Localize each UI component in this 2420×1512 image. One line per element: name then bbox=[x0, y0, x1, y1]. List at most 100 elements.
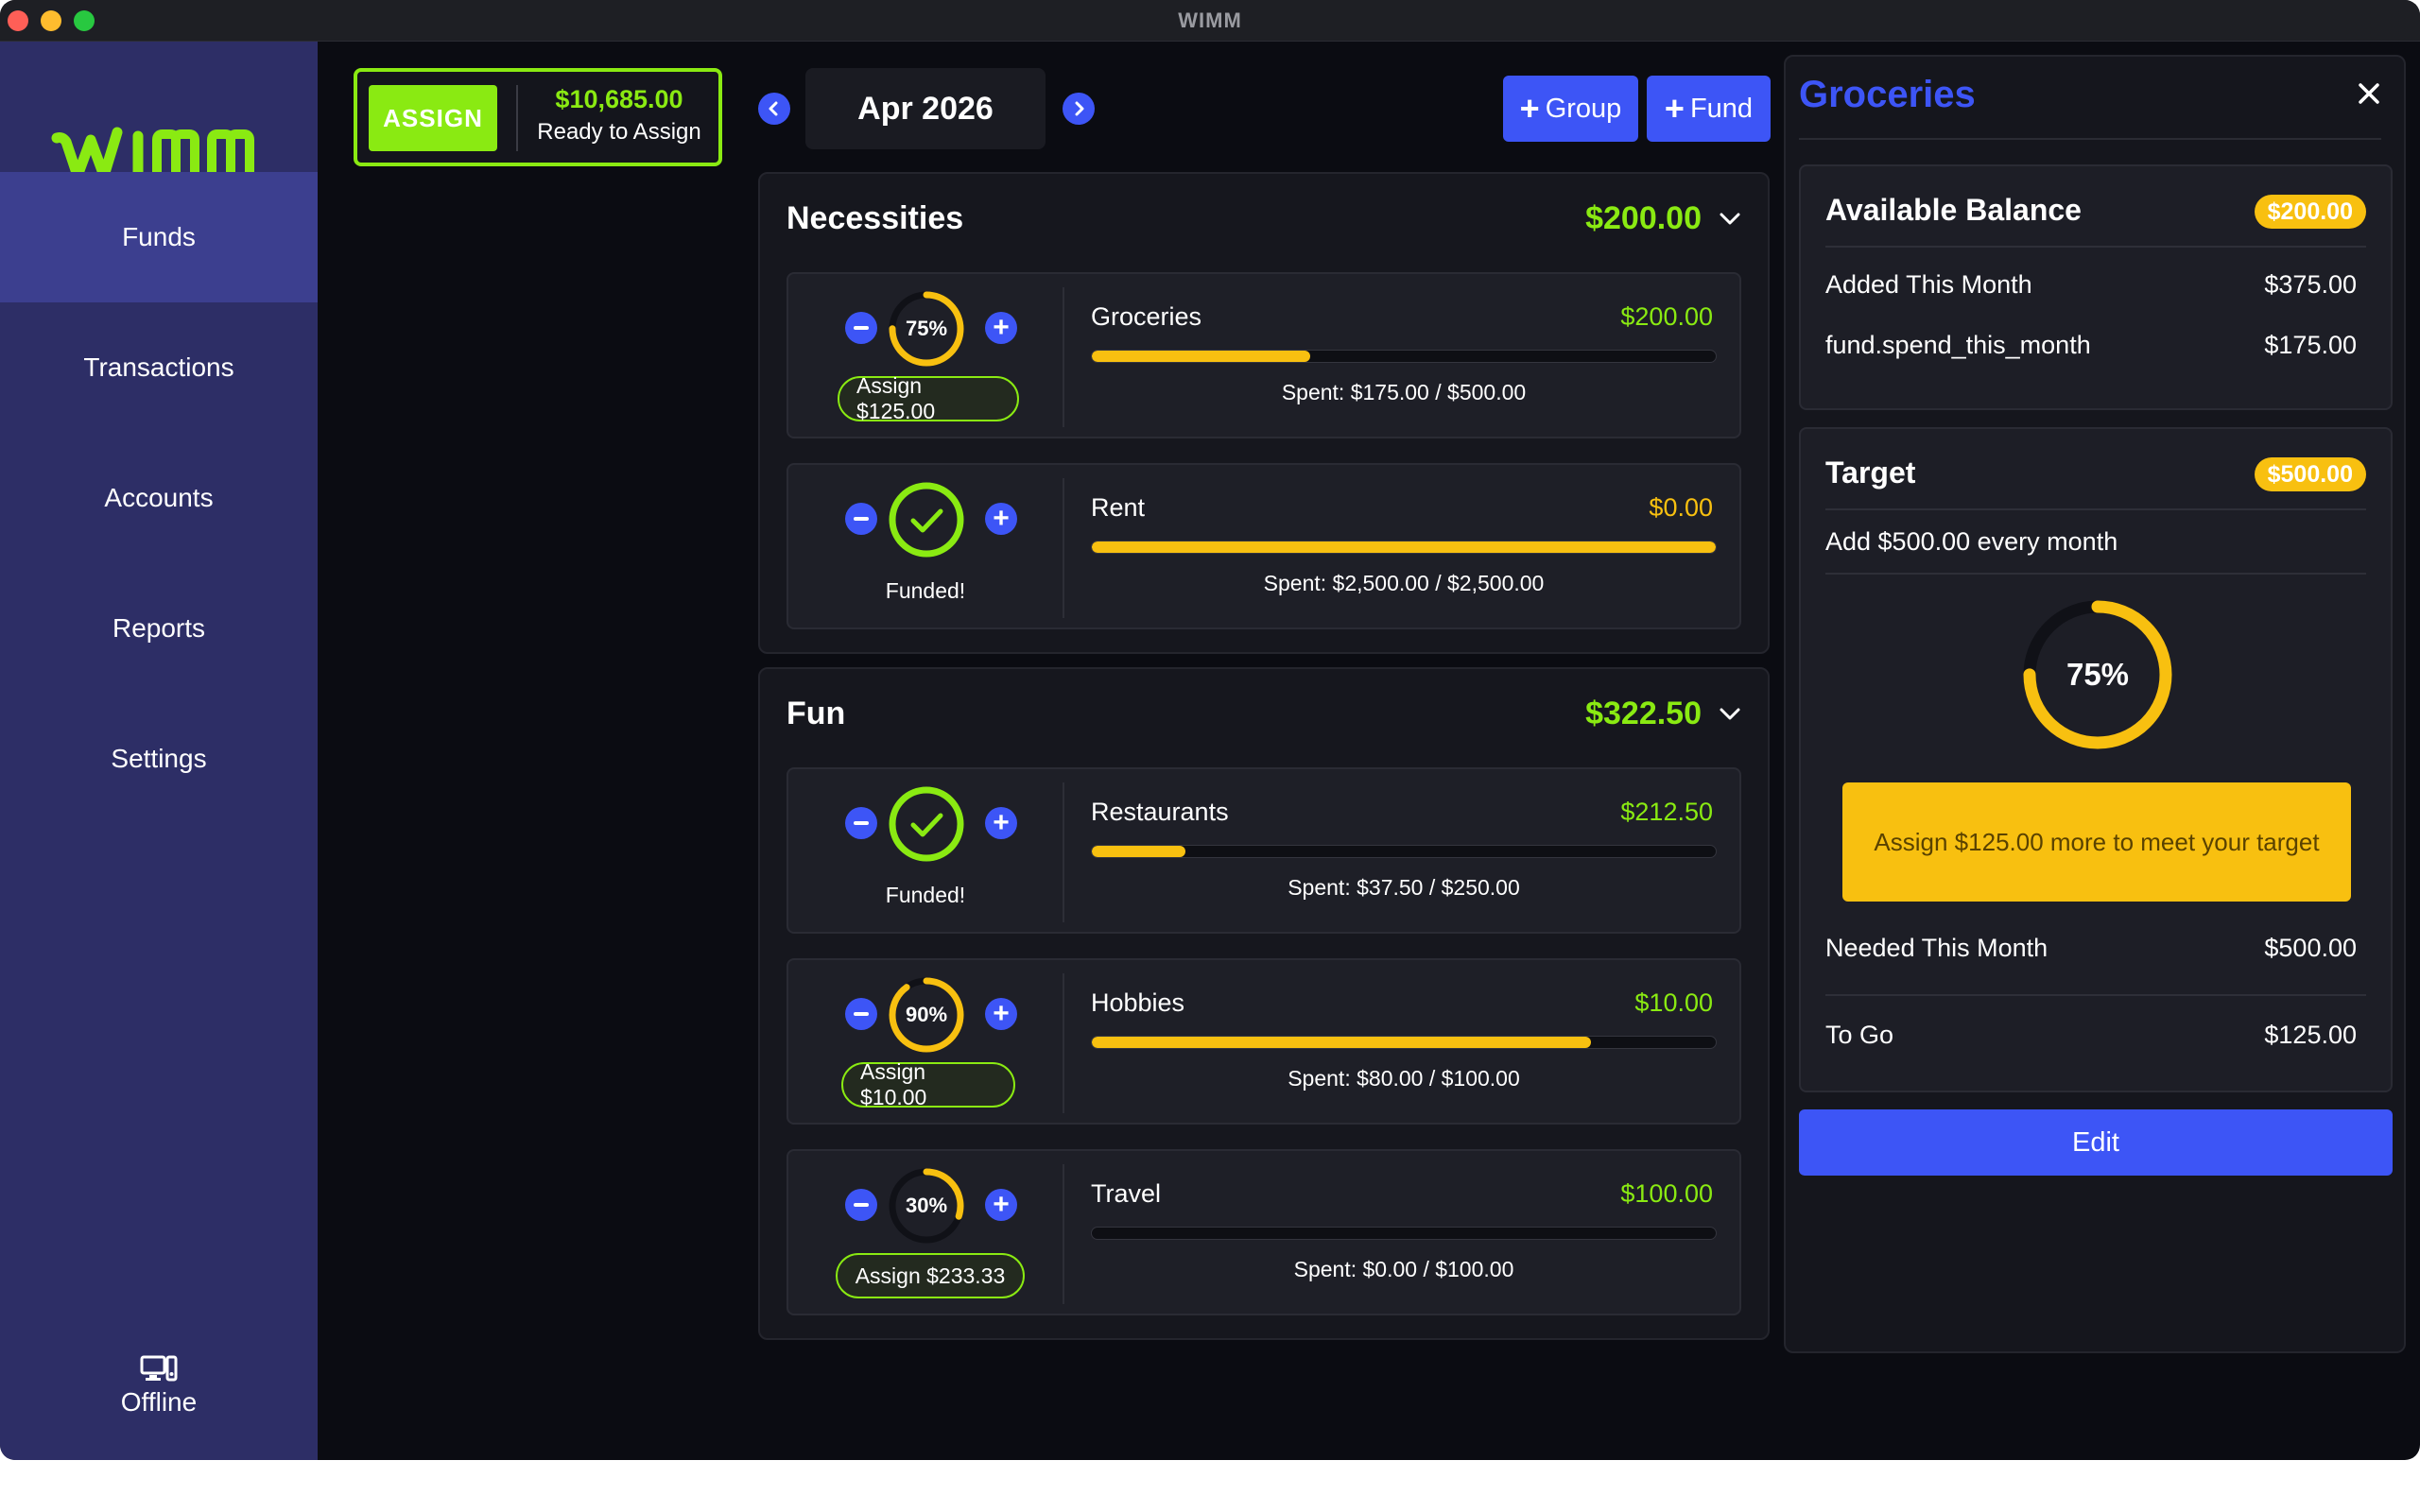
increase-button[interactable]: + bbox=[985, 1189, 1017, 1221]
fund-name: Travel bbox=[1091, 1179, 1162, 1208]
fund-available: $212.50 bbox=[1620, 798, 1713, 826]
previous-month-button[interactable] bbox=[758, 93, 790, 125]
spending-bar-fill bbox=[1092, 351, 1310, 362]
spent-text: Spent: $2,500.00 / $2,500.00 bbox=[1263, 571, 1545, 595]
fund-name: Rent bbox=[1091, 493, 1146, 522]
divider bbox=[1063, 973, 1064, 1113]
fund-available: $0.00 bbox=[1649, 493, 1713, 522]
sidebar-item-label: Reports bbox=[112, 613, 206, 643]
spent-text: Spent: $0.00 / $100.00 bbox=[1293, 1257, 1514, 1281]
divider bbox=[1825, 246, 2366, 248]
fund-group-fun: Fun $322.50 + Funded! Restaurants $212.5… bbox=[758, 667, 1770, 1340]
increase-button[interactable]: + bbox=[985, 503, 1017, 535]
sidebar-item-settings[interactable]: Settings bbox=[0, 694, 318, 824]
fund-available: $100.00 bbox=[1620, 1179, 1713, 1208]
row-label: Added This Month bbox=[1825, 270, 2032, 299]
decrease-button[interactable] bbox=[845, 503, 877, 535]
sidebar-item-accounts[interactable]: Accounts bbox=[0, 433, 318, 563]
target-description: Add $500.00 every month bbox=[1825, 527, 2118, 556]
spending-bar-fill bbox=[1092, 1037, 1591, 1048]
assign-pill-button[interactable]: Assign $233.33 bbox=[836, 1253, 1025, 1298]
funded-label: Funded! bbox=[885, 883, 966, 907]
assign-pill-button[interactable]: Assign $10.00 bbox=[841, 1059, 1015, 1109]
sidebar-item-reports[interactable]: Reports bbox=[0, 563, 318, 694]
divider bbox=[1825, 573, 2366, 575]
increase-button[interactable]: + bbox=[985, 807, 1017, 839]
ready-to-assign-box: ASSIGN $10,685.00 Ready to Assign bbox=[354, 68, 722, 166]
chevron-right-icon bbox=[1075, 101, 1084, 116]
current-month[interactable]: Apr 2026 bbox=[805, 68, 1046, 149]
close-icon[interactable] bbox=[2357, 81, 2381, 106]
decrease-button[interactable] bbox=[845, 807, 877, 839]
sidebar-item-label: Settings bbox=[111, 744, 207, 773]
fund-row-rent[interactable]: + Funded! Rent $0.00 Spent: $2,500.00 / … bbox=[786, 463, 1741, 629]
sidebar-item-transactions[interactable]: Transactions bbox=[0, 302, 318, 433]
spending-bar-fill bbox=[1092, 541, 1716, 553]
plus-icon: + bbox=[1519, 89, 1540, 128]
spending-bar bbox=[1091, 541, 1717, 554]
window-title: WIMM bbox=[1178, 9, 1242, 32]
spending-bar bbox=[1091, 845, 1717, 858]
divider bbox=[1063, 478, 1064, 618]
fund-name: Restaurants bbox=[1091, 798, 1229, 826]
fund-detail-panel: Groceries Available Balance $200.00 Adde… bbox=[1784, 55, 2406, 1353]
assign-pill-button[interactable]: Assign $125.00 bbox=[838, 373, 1019, 423]
fund-row-travel[interactable]: 30% + Assign $233.33 Travel $100.00 Spen… bbox=[786, 1149, 1741, 1315]
spending-bar-fill bbox=[1092, 846, 1185, 857]
progress-percent: 30% bbox=[905, 1194, 948, 1217]
balance-badge: $200.00 bbox=[2254, 195, 2366, 229]
decrease-button[interactable] bbox=[845, 312, 877, 344]
group-amount: $200.00 bbox=[1585, 200, 1702, 236]
increase-button[interactable]: + bbox=[985, 312, 1017, 344]
decrease-button[interactable] bbox=[845, 998, 877, 1030]
sidebar-item-funds[interactable]: Funds bbox=[0, 172, 318, 302]
connection-status: Offline bbox=[0, 1355, 318, 1418]
sidebar: Funds Transactions Accounts Reports Sett… bbox=[0, 42, 318, 1460]
row-value: $125.00 bbox=[2264, 1021, 2357, 1049]
sidebar-item-label: Funds bbox=[122, 222, 196, 251]
divider bbox=[1825, 508, 2366, 510]
progress-percent: 90% bbox=[905, 1003, 948, 1026]
add-group-button[interactable]: + Group bbox=[1503, 76, 1638, 142]
panel-title: Groceries bbox=[1799, 74, 1976, 115]
target-progress-percent: 75% bbox=[2066, 657, 2130, 692]
increase-button[interactable]: + bbox=[985, 998, 1017, 1030]
sidebar-item-label: Accounts bbox=[104, 483, 214, 512]
row-label: To Go bbox=[1825, 1021, 1894, 1049]
spent-text: Spent: $175.00 / $500.00 bbox=[1281, 380, 1527, 404]
progress-percent: 75% bbox=[905, 317, 948, 340]
assign-button[interactable]: ASSIGN bbox=[369, 85, 497, 151]
divider bbox=[1063, 287, 1064, 427]
fund-group-necessities: Necessities $200.00 75% + Assign $125.00… bbox=[758, 172, 1770, 654]
card-title: Target bbox=[1825, 455, 1916, 490]
app-window: WIMM Funds Transactions Accounts Reports… bbox=[0, 0, 2420, 1460]
divider bbox=[1063, 782, 1064, 922]
spent-text: Spent: $80.00 / $100.00 bbox=[1288, 1066, 1520, 1091]
fund-row-hobbies[interactable]: 90% + Assign $10.00 Hobbies $10.00 Spent… bbox=[786, 958, 1741, 1125]
edit-button[interactable]: Edit bbox=[1799, 1109, 2393, 1176]
row-value: $500.00 bbox=[2264, 934, 2357, 962]
group-name: Necessities bbox=[786, 200, 964, 236]
row-value: $375.00 bbox=[2264, 270, 2357, 299]
fund-available: $200.00 bbox=[1620, 302, 1713, 331]
card-title: Available Balance bbox=[1825, 193, 2082, 227]
chevron-down-icon[interactable] bbox=[1719, 707, 1741, 722]
divider bbox=[1825, 994, 2366, 996]
fund-name: Hobbies bbox=[1091, 988, 1185, 1017]
add-fund-button[interactable]: + Fund bbox=[1647, 76, 1771, 142]
row-label: fund.spend_this_month bbox=[1825, 331, 2091, 359]
target-badge: $500.00 bbox=[2254, 457, 2366, 491]
decrease-button[interactable] bbox=[845, 1189, 877, 1221]
target-card: Target $500.00 Add $500.00 every month 7… bbox=[1799, 427, 2393, 1092]
spending-bar bbox=[1091, 1227, 1717, 1240]
fund-row-restaurants[interactable]: + Funded! Restaurants $212.50 Spent: $37… bbox=[786, 767, 1741, 934]
fund-row-groceries[interactable]: 75% + Assign $125.00 Groceries $200.00 S… bbox=[786, 272, 1741, 438]
title-bar: WIMM bbox=[0, 0, 2420, 42]
next-month-button[interactable] bbox=[1063, 93, 1095, 125]
plus-icon: + bbox=[1664, 89, 1685, 128]
group-amount: $322.50 bbox=[1585, 696, 1702, 731]
computer-icon bbox=[140, 1355, 178, 1382]
row-label: Needed This Month bbox=[1825, 934, 2048, 962]
chevron-down-icon[interactable] bbox=[1719, 212, 1741, 227]
offline-label: Offline bbox=[120, 1387, 198, 1417]
